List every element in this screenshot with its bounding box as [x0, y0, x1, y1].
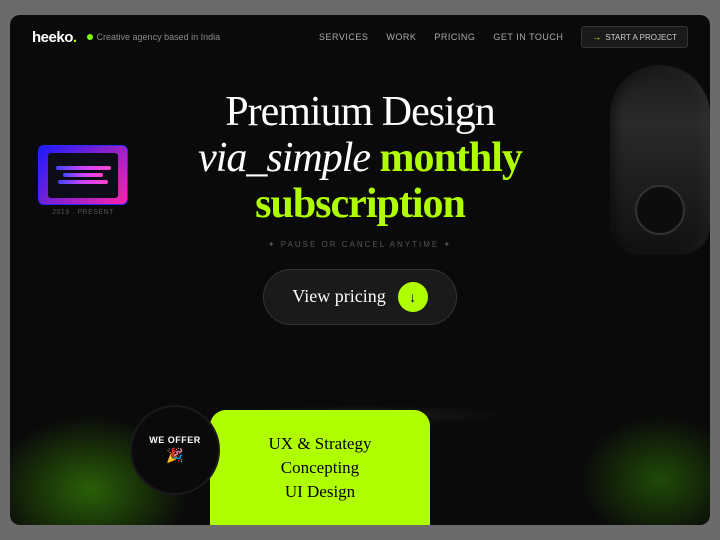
headphone-shape	[610, 65, 710, 255]
main-screen: heeko. Creative agency based in India SE…	[10, 15, 710, 525]
nav-tagline: Creative agency based in India	[87, 32, 221, 42]
nav-links: SERVICES WORK PRICING GET IN TOUCH → STA…	[319, 26, 688, 48]
via-simple-text: via_simple	[198, 135, 370, 181]
we-offer-emoji: 🎉	[166, 448, 183, 465]
we-offer-badge: WE OFFER 🎉	[130, 405, 220, 495]
we-offer-text: WE OFFER	[149, 435, 201, 446]
arrow-icon: →	[592, 32, 601, 42]
cta-arrow-icon: ↓	[398, 282, 428, 312]
hero-title-line1: Premium Design	[10, 89, 710, 135]
nav-contact[interactable]: GET IN TOUCH	[493, 32, 563, 42]
logo[interactable]: heeko.	[32, 29, 77, 46]
nav-work[interactable]: WORK	[386, 32, 416, 42]
thumb-bar-1	[56, 166, 111, 170]
view-pricing-label: View pricing	[292, 286, 385, 307]
thumbnail-image	[38, 145, 128, 205]
nav-pricing[interactable]: PRICING	[434, 32, 475, 42]
headphone-object	[610, 65, 710, 265]
nav-services[interactable]: SERVICES	[319, 32, 368, 42]
thumb-inner	[48, 153, 118, 198]
bottom-area: WE OFFER 🎉 UX & Strategy Concepting UI D…	[10, 395, 710, 525]
navbar: heeko. Creative agency based in India SE…	[10, 15, 710, 59]
thumb-bar-3	[58, 180, 108, 184]
cta-wrapper: View pricing ↓	[10, 269, 710, 325]
nav-left: heeko. Creative agency based in India	[32, 29, 220, 46]
offer-card: UX & Strategy Concepting UI Design	[210, 410, 430, 525]
offer-item-1: UX & Strategy	[269, 434, 372, 454]
thumb-bar-2	[63, 173, 103, 177]
status-dot	[87, 34, 93, 40]
offer-item-3: UI Design	[285, 482, 355, 502]
offer-item-2: Concepting	[281, 458, 359, 478]
thumbnail-label: 2019 · PRESENT	[38, 209, 128, 216]
thumbnail-card: 2019 · PRESENT	[38, 145, 128, 216]
headphone-inner	[635, 185, 685, 235]
view-pricing-button[interactable]: View pricing ↓	[263, 269, 456, 325]
monthly-text: monthly	[380, 135, 522, 181]
hero-subtitle: ✦ PAUSE OR CANCEL ANYTIME ✦	[10, 240, 710, 249]
start-project-button[interactable]: → START A PROJECT	[581, 26, 688, 48]
